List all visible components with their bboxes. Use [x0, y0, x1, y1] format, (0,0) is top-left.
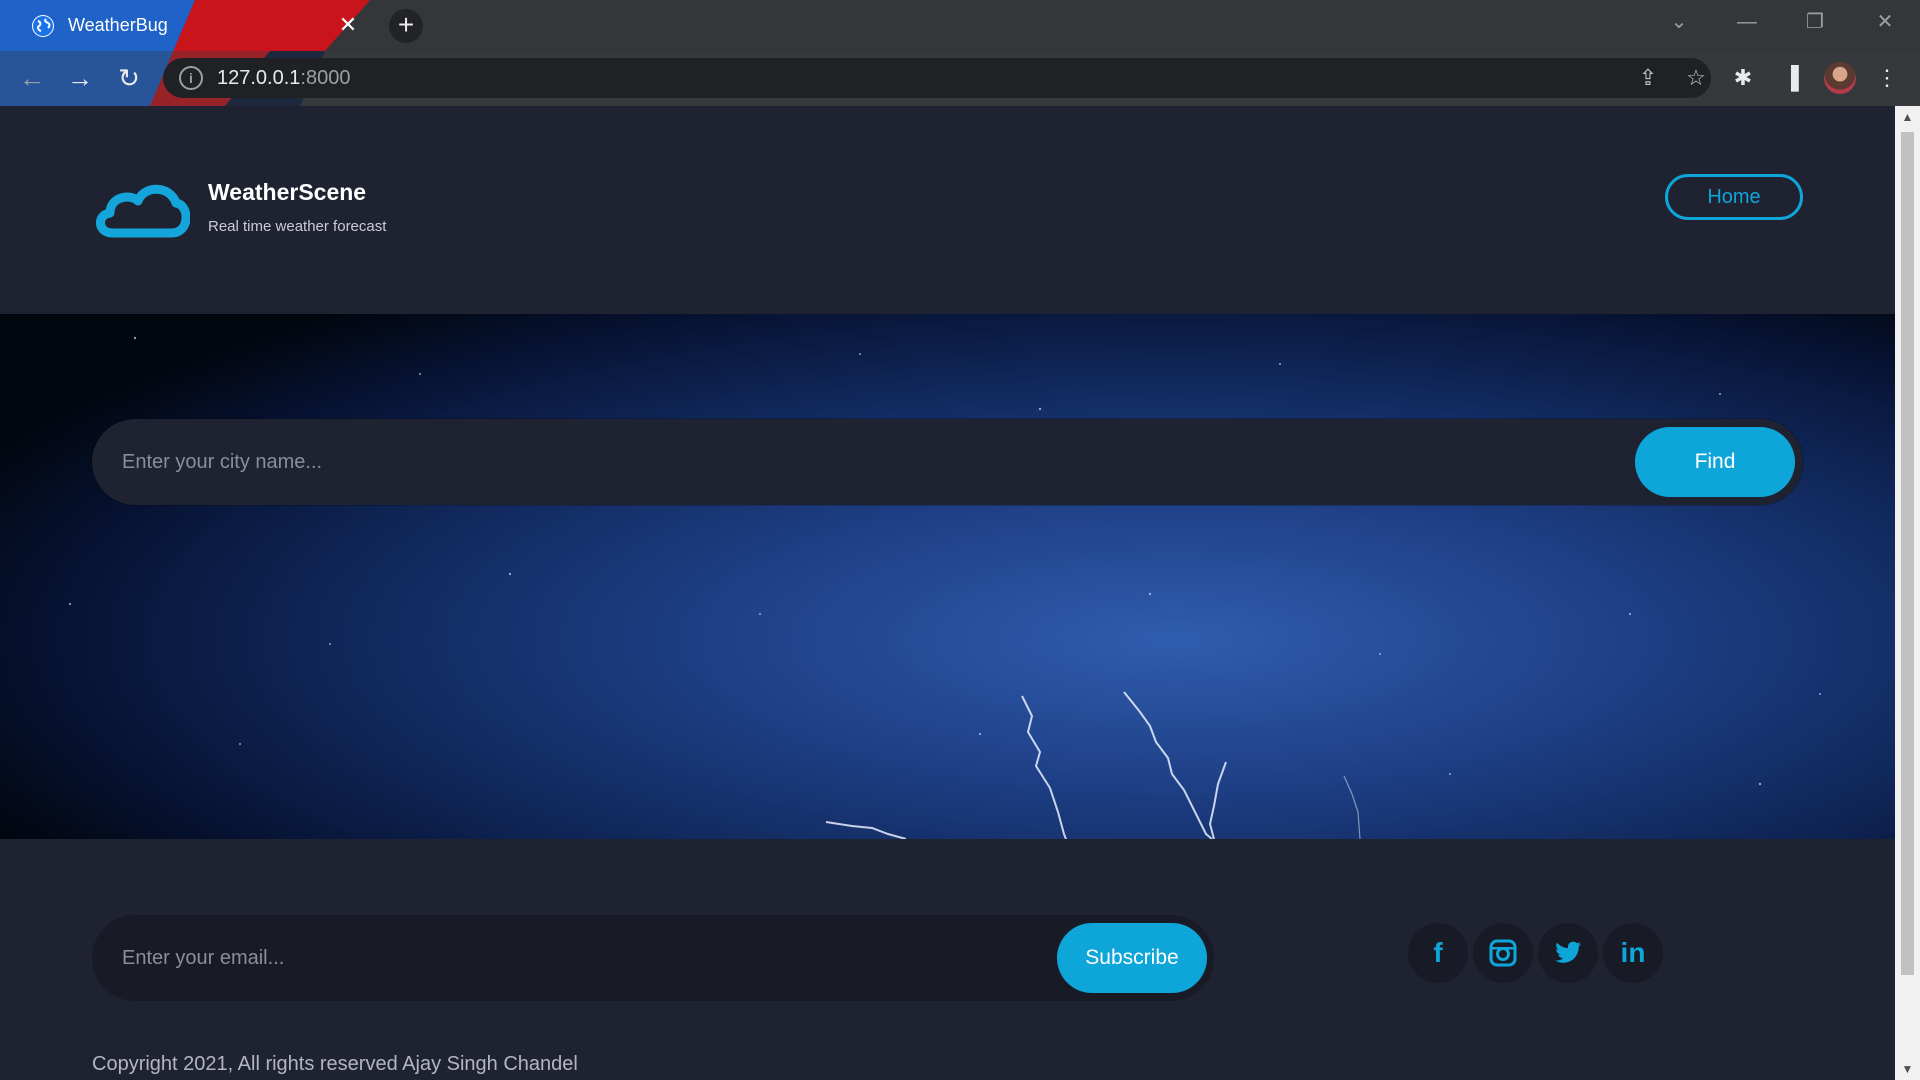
- extensions-icon[interactable]: ✱: [1727, 63, 1759, 93]
- back-arrow-icon[interactable]: ←: [14, 63, 50, 93]
- copyright-text: Copyright 2021, All rights reserved Ajay…: [92, 1053, 578, 1075]
- subscribe-button[interactable]: Subscribe: [1057, 923, 1207, 993]
- new-tab-button[interactable]: +: [389, 9, 423, 43]
- hero-section: Find: [0, 314, 1895, 839]
- minimize-button[interactable]: —: [1727, 8, 1767, 36]
- profile-avatar[interactable]: [1824, 62, 1856, 94]
- side-panel-icon[interactable]: ▐: [1775, 63, 1807, 93]
- browser-tab-active[interactable]: WeatherBug: [12, 0, 372, 51]
- city-search-input[interactable]: [122, 441, 1622, 483]
- scroll-down-arrow-icon[interactable]: ▼: [1895, 1058, 1920, 1080]
- browser-chrome: WeatherBug ✕ + ⌄ — ❐ ✕ ← → ↻ i 127.0.0.1…: [0, 0, 1920, 106]
- email-input[interactable]: [122, 937, 1022, 979]
- url-port: :8000: [300, 66, 351, 89]
- home-button[interactable]: Home: [1665, 174, 1803, 220]
- page-viewport: WeatherScene Real time weather forecast …: [0, 106, 1895, 1080]
- brand-name[interactable]: WeatherScene: [208, 179, 366, 206]
- star-icon[interactable]: ☆: [1682, 66, 1710, 90]
- url-host: 127.0.0.1: [217, 66, 301, 89]
- restore-button[interactable]: ❐: [1795, 8, 1835, 36]
- tab-search-chevron-icon[interactable]: ⌄: [1659, 8, 1699, 36]
- newsletter-form: Subscribe: [92, 915, 1214, 1001]
- share-icon[interactable]: ⇪: [1634, 66, 1662, 90]
- forward-arrow-icon[interactable]: →: [62, 63, 98, 93]
- instagram-icon[interactable]: [1473, 923, 1533, 983]
- twitter-bird-glyph: [1555, 941, 1581, 963]
- brand-tagline: Real time weather forecast: [208, 218, 387, 235]
- info-icon[interactable]: i: [179, 66, 203, 90]
- find-button[interactable]: Find: [1635, 427, 1795, 497]
- menu-icon[interactable]: ⋮: [1871, 63, 1903, 93]
- address-bar[interactable]: i 127.0.0.1:8000 ⇪ ☆: [163, 58, 1711, 98]
- tab-close-icon[interactable]: ✕: [336, 13, 360, 37]
- cloud-logo-icon: [96, 184, 190, 238]
- twitter-icon[interactable]: [1538, 923, 1598, 983]
- page-scrollbar[interactable]: ▲ ▼: [1895, 106, 1920, 1080]
- city-search-bar: Find: [92, 419, 1803, 505]
- tab-title: WeatherBug: [68, 15, 168, 35]
- scroll-up-arrow-icon[interactable]: ▲: [1895, 106, 1920, 128]
- reload-icon[interactable]: ↻: [111, 63, 147, 93]
- scrollbar-thumb[interactable]: [1901, 132, 1914, 975]
- close-window-button[interactable]: ✕: [1865, 8, 1905, 36]
- instagram-glyph: [1489, 939, 1517, 967]
- facebook-icon[interactable]: f: [1408, 923, 1468, 983]
- url-text[interactable]: 127.0.0.1:8000: [217, 67, 350, 90]
- site-footer: Subscribe f in Copyright 2021, All right…: [0, 839, 1895, 1080]
- linkedin-icon[interactable]: in: [1603, 923, 1663, 983]
- globe-icon: [32, 14, 54, 37]
- night-sky-lightning-background: [68, 336, 1821, 839]
- site-header: WeatherScene Real time weather forecast …: [0, 106, 1895, 314]
